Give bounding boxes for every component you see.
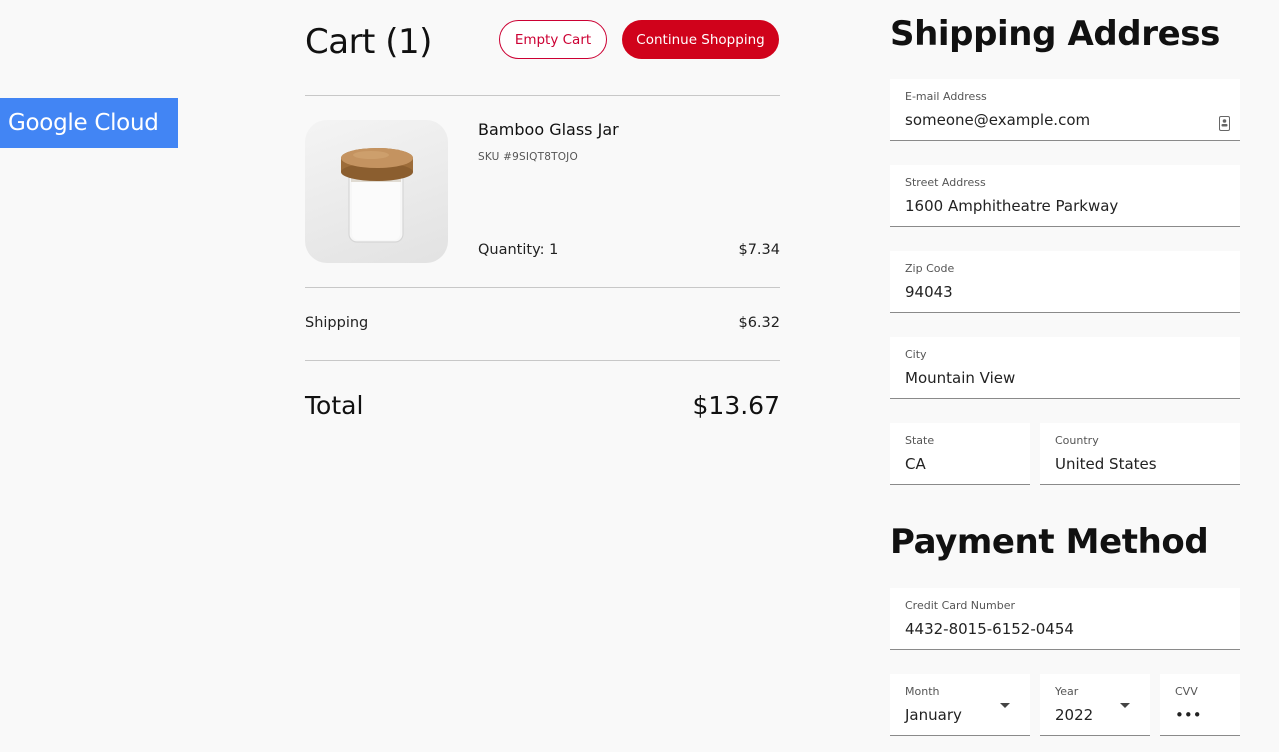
shipping-label: Shipping [305, 315, 369, 331]
shipping-value: $6.32 [738, 315, 780, 331]
email-value: someone@example.com [905, 111, 1091, 129]
product-sku: SKU #9SIQT8TOJO [478, 151, 578, 163]
zip-code-label: Zip Code [905, 262, 955, 275]
dropdown-arrow-icon[interactable] [1000, 703, 1010, 708]
google-cloud-badge: Google Cloud [0, 98, 178, 148]
year-value: 2022 [1055, 706, 1094, 724]
dropdown-arrow-icon[interactable] [1120, 703, 1130, 708]
state-label: State [905, 434, 935, 447]
city-field[interactable]: City Mountain View [890, 337, 1240, 399]
year-label: Year [1055, 685, 1079, 698]
zip-code-value: 94043 [905, 283, 953, 301]
cvv-field[interactable]: CVV ••• [1160, 674, 1240, 736]
street-address-value: 1600 Amphitheatre Parkway [905, 197, 1119, 215]
street-address-field[interactable]: Street Address 1600 Amphitheatre Parkway [890, 165, 1240, 227]
empty-cart-button[interactable]: Empty Cart [499, 20, 607, 59]
product-name[interactable]: Bamboo Glass Jar [478, 120, 619, 139]
month-select[interactable]: Month January [890, 674, 1030, 736]
credit-card-value: 4432-8015-6152-0454 [905, 620, 1074, 638]
bamboo-jar-image-icon [341, 148, 413, 243]
year-select[interactable]: Year 2022 [1040, 674, 1150, 736]
month-value: January [905, 706, 962, 724]
state-value: CA [905, 455, 926, 473]
country-value: United States [1055, 455, 1157, 473]
email-field[interactable]: E-mail Address someone@example.com [890, 79, 1240, 141]
divider [305, 287, 780, 288]
credit-card-field[interactable]: Credit Card Number 4432-8015-6152-0454 [890, 588, 1240, 650]
city-value: Mountain View [905, 369, 1016, 387]
payment-method-title: Payment Method [890, 522, 1209, 562]
divider [305, 95, 780, 96]
month-label: Month [905, 685, 940, 698]
product-image[interactable] [305, 120, 448, 263]
credit-card-label: Credit Card Number [905, 599, 1015, 612]
country-field[interactable]: Country United States [1040, 423, 1240, 485]
cvv-value: ••• [1175, 706, 1202, 724]
total-label: Total [305, 391, 364, 420]
contact-card-icon[interactable] [1219, 116, 1230, 131]
product-quantity: Quantity: 1 [478, 242, 559, 258]
cart-title: Cart (1) [305, 22, 432, 62]
state-field[interactable]: State CA [890, 423, 1030, 485]
email-label: E-mail Address [905, 90, 987, 103]
divider [305, 360, 780, 361]
city-label: City [905, 348, 927, 361]
shipping-address-title: Shipping Address [890, 14, 1220, 54]
product-price: $7.34 [738, 242, 780, 258]
country-label: Country [1055, 434, 1099, 447]
zip-code-field[interactable]: Zip Code 94043 [890, 251, 1240, 313]
total-value: $13.67 [692, 391, 780, 420]
continue-shopping-button[interactable]: Continue Shopping [622, 20, 779, 59]
cvv-label: CVV [1175, 685, 1198, 698]
street-address-label: Street Address [905, 176, 986, 189]
